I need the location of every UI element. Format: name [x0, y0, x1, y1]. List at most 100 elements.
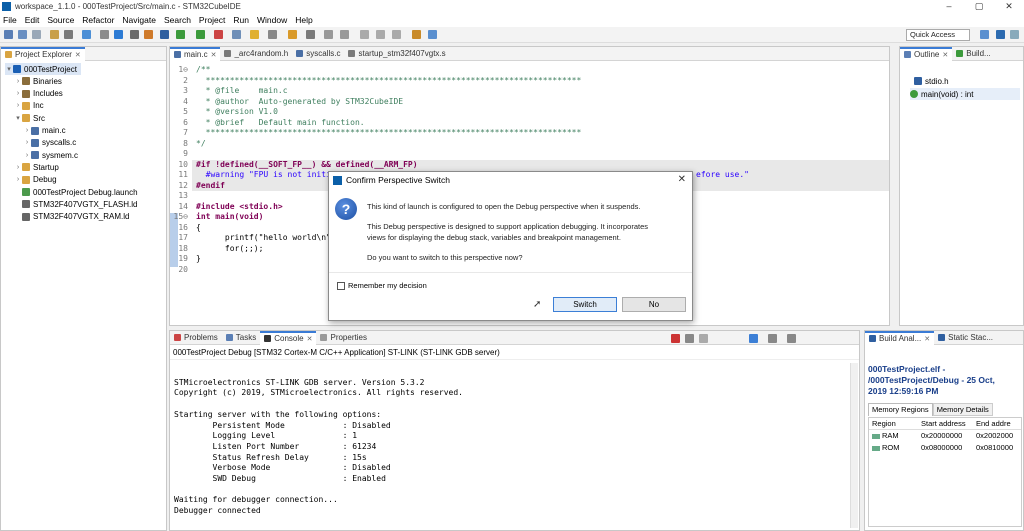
table-row[interactable]: RAM 0x20000000 0x2002000: [869, 430, 1021, 442]
menu-file[interactable]: File: [3, 15, 17, 25]
external-tools-icon[interactable]: [214, 30, 223, 39]
next-annotation-icon[interactable]: [324, 30, 333, 39]
prev-annotation-icon[interactable]: [340, 30, 349, 39]
tree-item[interactable]: › Startup: [14, 161, 59, 173]
code-line[interactable]: ****************************************…: [196, 128, 582, 137]
settings-icon[interactable]: [64, 30, 73, 39]
tree-item[interactable]: STM32F407VGTX_RAM.ld: [14, 211, 129, 223]
expand-arrow-icon[interactable]: ▾: [5, 65, 13, 73]
build-targets-tab[interactable]: Build...: [952, 47, 994, 61]
tree-item[interactable]: › main.c: [23, 125, 66, 137]
code-line[interactable]: #warning "FPU is not initi: [196, 170, 331, 179]
expand-arrow-icon[interactable]: ›: [23, 127, 31, 134]
tree-item[interactable]: › syscalls.c: [23, 137, 76, 149]
debug-run-icon[interactable]: [176, 30, 185, 39]
project-explorer-tab[interactable]: Project Explorer ✕: [1, 46, 85, 61]
menu-edit[interactable]: Edit: [25, 15, 40, 25]
code-line[interactable]: ****************************************…: [196, 76, 582, 85]
remove-launch-icon[interactable]: [685, 334, 694, 343]
outline-item-include[interactable]: stdio.h: [914, 75, 949, 87]
quick-access-input[interactable]: Quick Access: [906, 29, 970, 41]
terminate-icon[interactable]: [144, 30, 153, 39]
pen-icon[interactable]: [288, 30, 297, 39]
back-icon[interactable]: [376, 30, 385, 39]
expand-arrow-icon[interactable]: ›: [14, 164, 22, 171]
code-line[interactable]: for(;;);: [196, 244, 264, 253]
menu-project[interactable]: Project: [199, 15, 225, 25]
expand-arrow-icon[interactable]: ›: [14, 90, 22, 97]
save-icon[interactable]: [18, 30, 27, 39]
menu-search[interactable]: Search: [164, 15, 191, 25]
code-line[interactable]: int main(void): [196, 212, 263, 221]
build-icon[interactable]: [50, 30, 59, 39]
checkbox-box[interactable]: [337, 281, 345, 290]
last-edit-icon[interactable]: [360, 30, 369, 39]
outline-tab[interactable]: Outline ✕: [900, 46, 953, 61]
scroll-lock-icon[interactable]: [749, 334, 758, 343]
maximize-icon[interactable]: ▢: [964, 0, 994, 13]
remember-checkbox[interactable]: Remember my decision: [337, 281, 427, 290]
menu-refactor[interactable]: Refactor: [82, 15, 114, 25]
expand-arrow-icon[interactable]: ›: [23, 139, 31, 146]
code-line[interactable]: /**: [196, 65, 210, 74]
console-tab[interactable]: Console ✕: [260, 330, 317, 345]
code-line[interactable]: #include <stdio.h>: [196, 202, 283, 211]
terminate-icon[interactable]: [671, 334, 680, 343]
problems-tab[interactable]: Problems: [170, 331, 222, 345]
close-tab-icon[interactable]: ✕: [307, 335, 313, 343]
close-tab-icon[interactable]: ✕: [75, 51, 81, 59]
open-type-icon[interactable]: [250, 30, 259, 39]
memory-details-tab[interactable]: Memory Details: [932, 403, 993, 416]
expand-arrow-icon[interactable]: ›: [14, 78, 22, 85]
display-console-icon[interactable]: [768, 334, 777, 343]
menu-navigate[interactable]: Navigate: [122, 15, 156, 25]
close-tab-icon[interactable]: ✕: [211, 51, 217, 59]
dialog-close-icon[interactable]: ✕: [678, 174, 686, 185]
editor-tab-syscalls[interactable]: syscalls.c: [292, 47, 344, 61]
close-tab-icon[interactable]: ✕: [942, 51, 948, 59]
outline-item-main[interactable]: main(void) : int: [910, 88, 1020, 100]
build-analyzer-tab[interactable]: Build Anal... ✕: [865, 330, 935, 345]
editor-tab-arc4random[interactable]: _arc4random.h: [220, 47, 292, 61]
table-row[interactable]: ROM 0x08000000 0x0810000: [869, 442, 1021, 454]
forward-icon[interactable]: [392, 30, 401, 39]
open-perspective-icon[interactable]: [428, 30, 437, 39]
pin-icon[interactable]: [412, 30, 421, 39]
save-all-icon[interactable]: [32, 30, 41, 39]
clear-console-icon[interactable]: [699, 334, 708, 343]
code-line[interactable]: * @version V1.0: [196, 107, 278, 116]
menu-run[interactable]: Run: [233, 15, 249, 25]
editor-tab-main-c[interactable]: main.c ✕: [170, 46, 221, 61]
switch-button[interactable]: Switch: [553, 297, 617, 312]
editor-tab-startup[interactable]: startup_stm32f407vgtx.s: [344, 47, 449, 61]
tree-item[interactable]: STM32F407VGTX_FLASH.ld: [14, 198, 137, 210]
perspective-debug-icon[interactable]: [996, 30, 1005, 39]
code-line[interactable]: * @brief Default main function.: [196, 118, 365, 127]
tree-item[interactable]: › Inc: [14, 100, 44, 112]
annotation-icon[interactable]: [306, 30, 315, 39]
memory-regions-tab[interactable]: Memory Regions: [868, 403, 933, 416]
properties-tab[interactable]: Properties: [316, 331, 370, 345]
tree-item[interactable]: › Binaries: [14, 75, 62, 87]
code-line[interactable]: }: [196, 254, 201, 263]
open-console-icon[interactable]: [787, 334, 796, 343]
tree-item[interactable]: › Includes: [14, 88, 63, 100]
tree-item[interactable]: 000TestProject Debug.launch: [14, 186, 138, 198]
code-line[interactable]: #endif: [196, 181, 225, 190]
code-line[interactable]: * @author Auto-generated by STM32CubeIDE: [196, 97, 403, 106]
skip-breakpoints-icon[interactable]: [114, 30, 123, 39]
tree-item[interactable]: › sysmem.c: [23, 149, 78, 161]
new-class-icon[interactable]: [232, 30, 241, 39]
search-icon[interactable]: [268, 30, 277, 39]
menu-help[interactable]: Help: [295, 15, 312, 25]
step-icon[interactable]: [130, 30, 139, 39]
tree-item[interactable]: › Debug: [14, 174, 57, 186]
close-icon[interactable]: ✕: [994, 0, 1024, 13]
expand-arrow-icon[interactable]: ›: [14, 102, 22, 109]
expand-arrow-icon[interactable]: ›: [14, 176, 22, 183]
code-line[interactable]: * @file main.c: [196, 86, 288, 95]
console-scrollbar[interactable]: [850, 363, 858, 528]
tasks-tab[interactable]: Tasks: [222, 331, 260, 345]
minimize-icon[interactable]: –: [934, 0, 964, 13]
run-icon[interactable]: [196, 30, 205, 39]
